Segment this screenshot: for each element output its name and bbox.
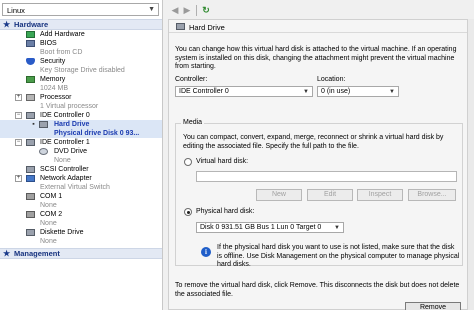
media-description: You can compact, convert, expand, merge,…	[183, 134, 444, 150]
controller-label: Controller:	[175, 76, 208, 83]
diskette-drive-icon	[26, 229, 35, 236]
tree-item-network-adapter[interactable]: + Network Adapter	[0, 174, 162, 183]
expand-icon[interactable]: ▪	[30, 121, 37, 128]
tree-item-network-adapter-detail: External Virtual Switch	[40, 184, 110, 191]
location-label: Location:	[317, 76, 346, 83]
physical-hard-disk-dropdown[interactable]: Disk 0 931.51 GB Bus 1 Lun 0 Target 0 ▼	[196, 222, 344, 233]
com-port-icon	[26, 211, 35, 218]
tree-item-memory[interactable]: Memory	[0, 75, 162, 84]
add-hardware-icon	[26, 31, 35, 38]
tree-item-dvd-drive[interactable]: DVD Drive	[0, 147, 162, 156]
media-legend: Media	[181, 119, 205, 126]
tree-item-scsi-controller[interactable]: SCSI Controller	[0, 165, 162, 174]
chevron-down-icon: ▼	[334, 225, 340, 231]
expand-icon[interactable]: +	[15, 175, 22, 182]
panel-title: Hard Drive	[189, 23, 225, 32]
attachment-description: You can change how this virtual hard dis…	[175, 46, 457, 70]
tree-item-com-2-detail: None	[40, 220, 57, 227]
tree-item-bios[interactable]: BIOS	[0, 39, 162, 48]
physical-hard-disk-label: Physical hard disk:	[196, 208, 255, 215]
controller-dropdown[interactable]: IDE Controller 0 ▼	[175, 86, 313, 97]
toolbar: ◀ ▶ ↻	[164, 3, 474, 17]
tree-item-processor[interactable]: + Processor	[0, 93, 162, 102]
tree-item-com-2[interactable]: COM 2	[0, 210, 162, 219]
panel-title-bar: Hard Drive	[169, 20, 467, 33]
remove-description: To remove the virtual hard disk, click R…	[175, 282, 460, 298]
hardware-section-header[interactable]: ★ Hardware	[0, 19, 162, 30]
new-button[interactable]: New	[256, 189, 302, 201]
tree-item-security-detail: Key Storage Drive disabled	[40, 67, 125, 74]
tree-item-memory-detail: 1024 MB	[40, 85, 69, 92]
chevron-down-icon: ▼	[389, 89, 395, 95]
tree-item-bios-detail: Boot from CD	[40, 49, 83, 56]
virtual-hard-disk-path-input[interactable]	[196, 171, 457, 182]
toolbar-divider	[196, 5, 197, 16]
remove-button[interactable]: Remove	[405, 302, 461, 310]
tree-item-add-hardware[interactable]: Add Hardware	[0, 30, 162, 39]
info-icon: i	[201, 247, 211, 257]
settings-detail-pane: ◀ ▶ ↻ Hard Drive You can change how this…	[164, 0, 474, 310]
chevron-down-icon: ▼	[303, 89, 309, 95]
collapse-icon[interactable]: −	[15, 139, 22, 146]
ide-controller-icon	[26, 112, 35, 119]
scrollbar[interactable]	[468, 19, 474, 310]
tree-item-hard-drive-detail: Physical drive Disk 0 93...	[0, 129, 162, 138]
hard-drive-panel: Hard Drive You can change how this virtu…	[168, 19, 468, 310]
vm-selector-value: Linux	[7, 6, 25, 15]
ide-controller-icon	[26, 139, 35, 146]
expand-icon[interactable]: +	[15, 94, 22, 101]
hard-drive-icon	[176, 23, 185, 30]
virtual-hard-disk-radio[interactable]	[184, 158, 192, 166]
virtual-hard-disk-label: Virtual hard disk:	[196, 158, 249, 165]
com-port-icon	[26, 193, 35, 200]
memory-icon	[26, 76, 35, 83]
forward-arrow-icon[interactable]: ▶	[182, 5, 192, 15]
browse-button[interactable]: Browse...	[408, 189, 456, 201]
collapse-icon: ★	[3, 249, 11, 258]
settings-tree: ★ Hardware Add Hardware BIOS Boot from C…	[0, 19, 162, 310]
tree-item-processor-detail: 1 Virtual processor	[40, 103, 99, 110]
hard-drive-icon	[39, 121, 48, 128]
tree-item-security[interactable]: Security	[0, 57, 162, 66]
tree-item-diskette-drive[interactable]: Diskette Drive	[0, 228, 162, 237]
tree-item-com-1[interactable]: COM 1	[0, 192, 162, 201]
chevron-down-icon: ▼	[148, 6, 155, 13]
bios-icon	[26, 40, 35, 47]
tree-item-diskette-drive-detail: None	[40, 238, 57, 245]
collapse-icon[interactable]: −	[15, 112, 22, 119]
tree-item-ide-controller-1[interactable]: − IDE Controller 1	[0, 138, 162, 147]
vm-selector[interactable]: Linux ▼	[2, 3, 159, 16]
shield-icon	[26, 58, 35, 65]
collapse-icon: ★	[3, 20, 11, 29]
tree-item-ide-controller-0[interactable]: − IDE Controller 0	[0, 111, 162, 120]
physical-disk-info-text: If the physical hard disk you want to us…	[217, 244, 460, 268]
management-section-header[interactable]: ★ Management	[0, 248, 162, 259]
location-dropdown[interactable]: 0 (in use) ▼	[317, 86, 399, 97]
tree-item-hard-drive[interactable]: ▪ Hard Drive	[0, 120, 162, 129]
processor-icon	[26, 94, 35, 101]
inspect-button[interactable]: Inspect	[357, 189, 403, 201]
physical-hard-disk-radio[interactable]	[184, 208, 192, 216]
refresh-icon[interactable]: ↻	[201, 5, 211, 15]
edit-button[interactable]: Edit	[307, 189, 353, 201]
tree-item-com-1-detail: None	[40, 202, 57, 209]
hardware-tree-pane: Linux ▼ ★ Hardware Add Hardware BIOS Boo…	[0, 0, 163, 310]
network-adapter-icon	[26, 175, 35, 182]
back-arrow-icon[interactable]: ◀	[170, 5, 180, 15]
scsi-controller-icon	[26, 166, 35, 173]
tree-item-dvd-drive-detail: None	[54, 157, 71, 164]
dvd-drive-icon	[39, 148, 48, 155]
